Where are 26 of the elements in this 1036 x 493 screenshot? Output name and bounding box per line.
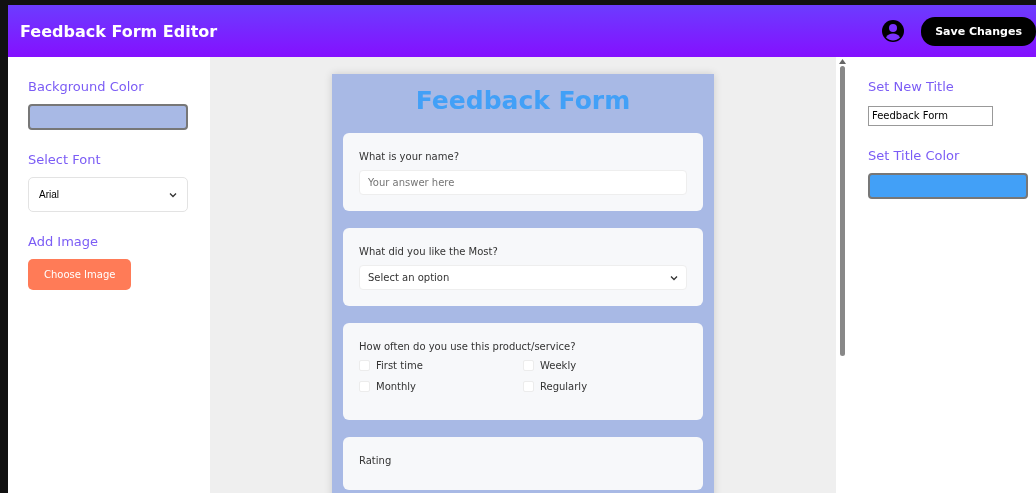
chevron-down-icon	[670, 274, 678, 281]
app-title: Feedback Form Editor	[20, 21, 218, 41]
option-select[interactable]: Select an option	[359, 265, 687, 290]
field-label: Select Font	[28, 152, 102, 167]
field-label: Add Image	[28, 234, 99, 249]
scroll-up-icon[interactable]	[838, 59, 846, 64]
field-label: Set Title Color	[868, 147, 961, 163]
title-input[interactable]: Feedback Form	[868, 105, 993, 126]
answer-field[interactable]: Your answer here	[359, 170, 687, 195]
question-label: How often do you use this product/service?	[359, 341, 577, 352]
option-label: Regularly	[540, 381, 588, 392]
question-label: What did you like the Most?	[359, 246, 499, 257]
chevron-down-icon	[169, 191, 177, 198]
color-picker[interactable]	[868, 172, 1028, 199]
option-label: Weekly	[540, 360, 577, 371]
field-label: Set New Title	[868, 79, 955, 94]
question-label: What is your name?	[359, 151, 460, 162]
user-icon[interactable]	[881, 19, 906, 43]
font-select[interactable]: Arial	[28, 177, 188, 212]
form-title: Feedback Form	[414, 86, 632, 115]
save-changes-button[interactable]: Save Changes	[921, 16, 1036, 46]
field-label: Background Color	[28, 79, 145, 94]
question-label: Rating	[359, 455, 393, 466]
color-picker[interactable]	[28, 104, 188, 130]
option-label: Monthly	[376, 381, 417, 392]
option-label: First time	[376, 360, 423, 371]
